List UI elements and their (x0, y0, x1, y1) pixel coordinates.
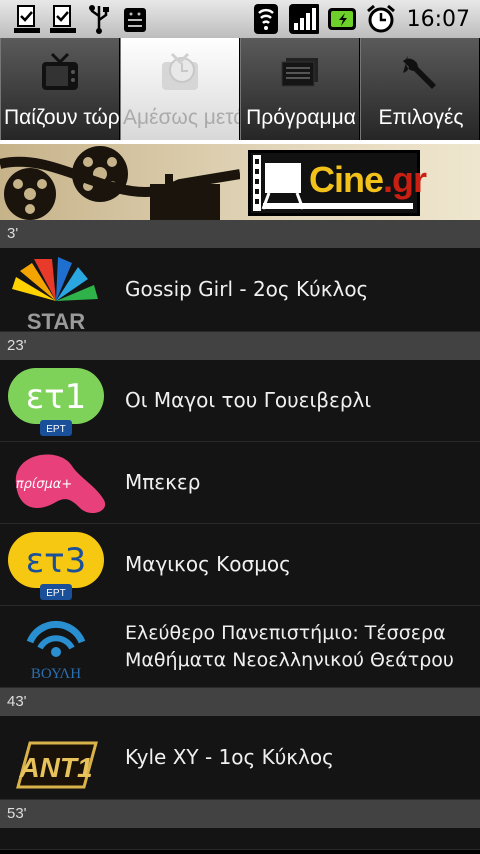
svg-text:ετ1: ετ1 (26, 377, 86, 417)
prisma-logo-text: πρίσμα+ (16, 477, 72, 492)
vouli-logo-text: ΒΟΥΛΗ (31, 666, 81, 682)
tab-now-playing[interactable]: Παίζουν τώρ (0, 38, 120, 140)
status-time: 16:07 (406, 6, 470, 32)
tab-label: Πρόγραμμα (246, 106, 356, 129)
status-bar: 16:07 (0, 0, 480, 38)
list-item[interactable] (0, 828, 480, 850)
usb-icon (84, 4, 114, 34)
schedule-icon (281, 58, 318, 87)
channel-logo (0, 828, 112, 849)
battery-charging-icon (327, 4, 357, 34)
section-header: 3' (0, 220, 480, 248)
ert-logo-text: ΕΡΤ (46, 588, 65, 599)
et3-channel-logo: ετ3 ΕΡΤ (0, 524, 112, 606)
program-title: Μαγικος Κοσμος (125, 552, 291, 576)
list-item[interactable]: ΒΟΥΛΗ Ελεύθερο Πανεπιστήμιο: Τέσσερα Μαθ… (0, 606, 480, 688)
tab-label: Παίζουν τώρ (4, 106, 120, 129)
star-logo-text: STAR (27, 309, 85, 333)
tab-schedule[interactable]: Πρόγραμμα (240, 38, 360, 140)
star-channel-logo: STAR (0, 249, 112, 334)
clock-tv-icon (162, 52, 198, 90)
tab-settings[interactable]: Επιλογές (360, 38, 480, 140)
android-debug-icon (120, 4, 150, 34)
ad-banner[interactable]: Cine.gr (0, 144, 480, 220)
program-title: Μπεκερ (125, 470, 201, 494)
wrench-icon (403, 56, 436, 89)
cine-gr-logo: Cine.gr (248, 150, 427, 216)
tab-bar: Παίζουν τώρ Αμέσως μετά Πρόγραμμα Επιλογ… (0, 38, 480, 140)
wifi-icon (251, 4, 281, 34)
tab-label: Επιλογές (378, 106, 464, 129)
program-title: Οι Μαγοι του Γουειβερλι (125, 388, 372, 412)
logo-text-cine: Cine (309, 159, 384, 200)
vouli-channel-logo: ΒΟΥΛΗ (0, 606, 112, 688)
download-done-icon (12, 4, 42, 34)
list-item[interactable]: ετ3 ΕΡΤ Μαγικος Κοσμος (0, 524, 480, 606)
ant1-logo-text: ANT1 (18, 752, 92, 783)
signal-icon (288, 4, 319, 34)
list-item[interactable]: ANT1 Kyle XY - 1ος Κύκλος (0, 716, 480, 800)
ant1-channel-logo: ANT1 (0, 717, 112, 799)
program-title: Gossip Girl - 2ος Κύκλος (125, 277, 369, 301)
program-title: Ελεύθερο Πανεπιστήμιο: Τέσσερα Μαθήματα … (125, 621, 454, 671)
list-item[interactable]: STAR Gossip Girl - 2ος Κύκλος (0, 248, 480, 334)
alarm-icon (365, 4, 395, 34)
ert-logo-text: ΕΡΤ (46, 424, 65, 435)
tab-up-next[interactable]: Αμέσως μετά (120, 38, 240, 140)
tv-icon (42, 52, 78, 90)
svg-text:ετ3: ετ3 (26, 541, 86, 581)
section-header: 23' (0, 332, 480, 360)
logo-text-gr: .gr (383, 159, 427, 200)
prisma-channel-logo: πρίσμα+ (0, 442, 112, 524)
section-header: 53' (0, 800, 480, 828)
download-done-icon (48, 4, 78, 34)
section-header: 43' (0, 688, 480, 716)
program-title: Kyle XY - 1ος Κύκλος (125, 745, 334, 769)
program-list: 3' STAR Gossip Girl - 2ος Κύκλος 23' ετ1… (0, 220, 480, 850)
list-item[interactable]: ετ1 ΕΡΤ Οι Μαγοι του Γουειβερλι (0, 360, 480, 442)
list-item[interactable]: πρίσμα+ Μπεκερ (0, 442, 480, 524)
film-reel-illustration (0, 146, 240, 220)
et1-channel-logo: ετ1 ΕΡΤ (0, 360, 112, 442)
tab-label: Αμέσως μετά (123, 106, 240, 129)
